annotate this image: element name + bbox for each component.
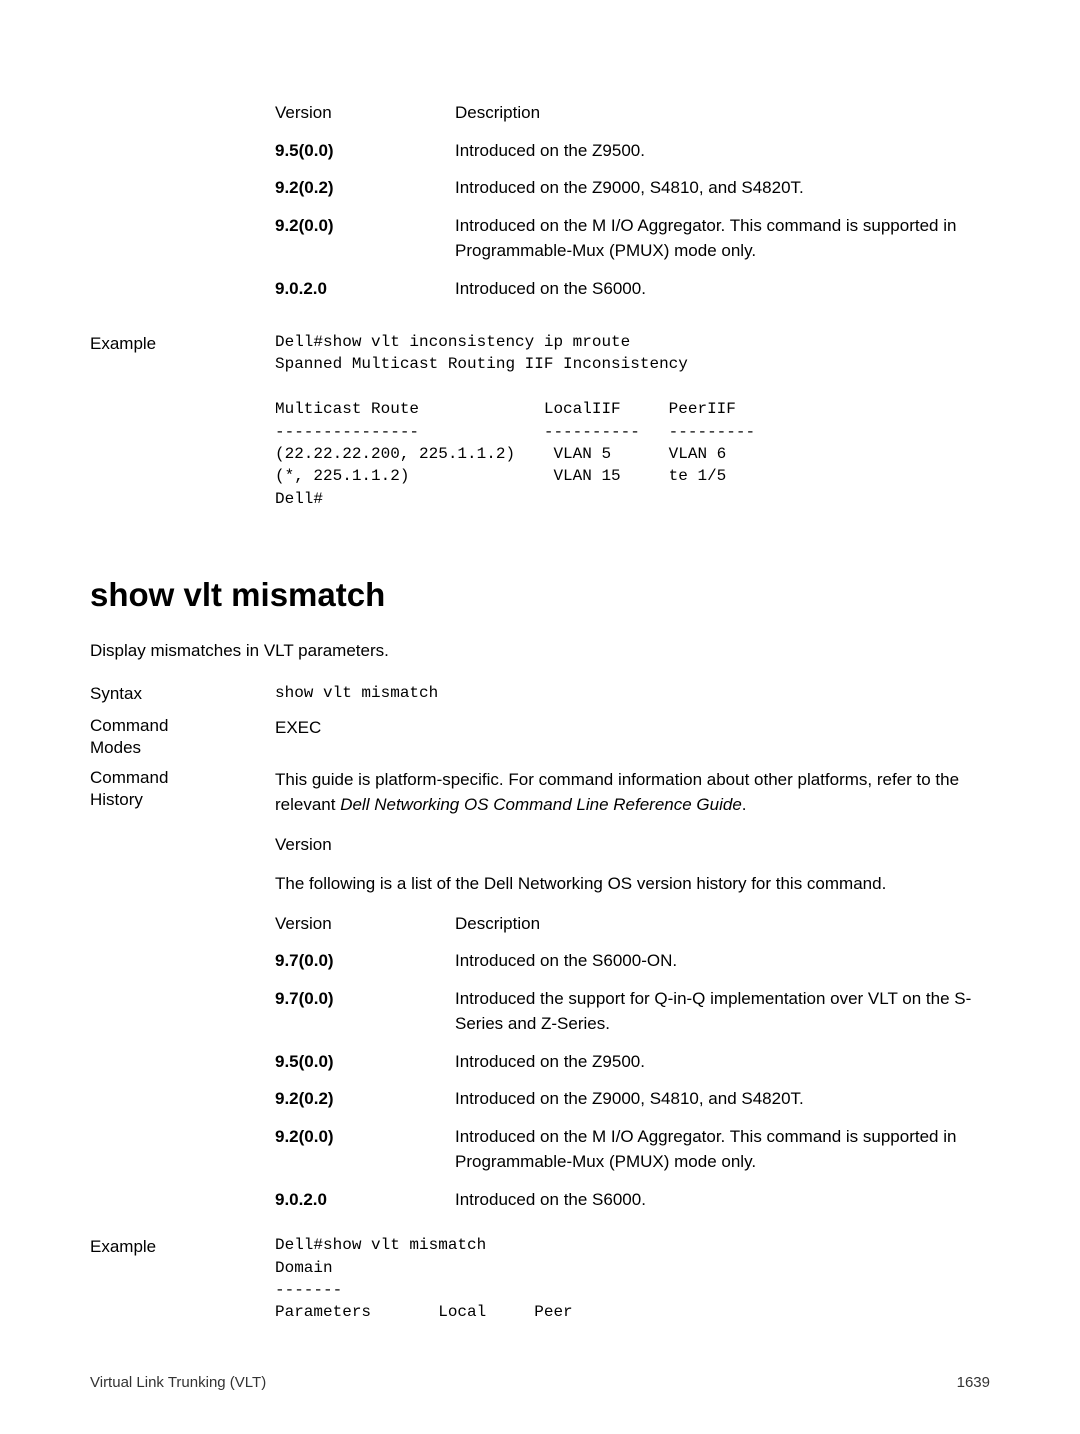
command-modes-label: Command Modes <box>90 715 275 759</box>
table-header-row: Version Description <box>275 100 990 126</box>
header-version: Version <box>275 100 455 126</box>
example-section-2: Example Dell#show vlt mismatch Domain --… <box>90 1234 990 1324</box>
header-description: Description <box>455 100 990 126</box>
command-modes-value: EXEC <box>275 715 990 741</box>
history-version-label: Version <box>275 832 990 858</box>
description-cell: Introduced on the Z9500. <box>455 1049 990 1075</box>
version-cell: 9.7(0.0) <box>275 948 455 974</box>
example-code: Dell#show vlt mismatch Domain ------- Pa… <box>275 1234 990 1324</box>
header-description: Description <box>455 911 990 937</box>
section-title: show vlt mismatch <box>90 570 990 620</box>
description-cell: Introduced on the Z9000, S4810, and S482… <box>455 1086 990 1112</box>
table-row: 9.2(0.2) Introduced on the Z9000, S4810,… <box>275 1086 990 1112</box>
version-cell: 9.5(0.0) <box>275 138 455 164</box>
version-cell: 9.2(0.0) <box>275 213 455 264</box>
table-row: 9.0.2.0 Introduced on the S6000. <box>275 276 990 302</box>
table-header-row: Version Description <box>275 911 990 937</box>
version-cell: 9.7(0.0) <box>275 986 455 1037</box>
table-row: 9.5(0.0) Introduced on the Z9500. <box>275 138 990 164</box>
description-cell: Introduced on the S6000-ON. <box>455 948 990 974</box>
command-history-label: Command History <box>90 767 275 811</box>
table-row: 9.0.2.0 Introduced on the S6000. <box>275 1187 990 1213</box>
example-label: Example <box>90 1234 275 1260</box>
description-cell: Introduced on the Z9000, S4810, and S482… <box>455 175 990 201</box>
example-label: Example <box>90 331 275 357</box>
syntax-row: Syntax show vlt mismatch <box>90 681 990 707</box>
syntax-label: Syntax <box>90 681 275 707</box>
top-version-table: Version Description 9.5(0.0) Introduced … <box>275 100 990 301</box>
example-code: Dell#show vlt inconsistency ip mroute Sp… <box>275 331 990 510</box>
history-paragraph-2: The following is a list of the Dell Netw… <box>275 871 990 897</box>
description-cell: Introduced on the S6000. <box>455 276 990 302</box>
table-row: 9.2(0.0) Introduced on the M I/O Aggrega… <box>275 1124 990 1175</box>
version-cell: 9.0.2.0 <box>275 1187 455 1213</box>
page-footer: Virtual Link Trunking (VLT) 1639 <box>90 1372 990 1395</box>
version-cell: 9.2(0.2) <box>275 175 455 201</box>
history-paragraph: This guide is platform-specific. For com… <box>275 767 990 818</box>
version-cell: 9.2(0.0) <box>275 1124 455 1175</box>
description-cell: Introduced on the S6000. <box>455 1187 990 1213</box>
command-modes-row: Command Modes EXEC <box>90 715 990 759</box>
description-cell: Introduced on the M I/O Aggregator. This… <box>455 213 990 264</box>
table-row: 9.2(0.0) Introduced on the M I/O Aggrega… <box>275 213 990 264</box>
header-version: Version <box>275 911 455 937</box>
version-cell: 9.2(0.2) <box>275 1086 455 1112</box>
syntax-value: show vlt mismatch <box>275 681 990 705</box>
example-section: Example Dell#show vlt inconsistency ip m… <box>90 331 990 510</box>
description-cell: Introduced on the M I/O Aggregator. This… <box>455 1124 990 1175</box>
footer-left: Virtual Link Trunking (VLT) <box>90 1372 266 1395</box>
table-row: 9.7(0.0) Introduced on the S6000-ON. <box>275 948 990 974</box>
description-cell: Introduced the support for Q-in-Q implem… <box>455 986 990 1037</box>
table-row: 9.7(0.0) Introduced the support for Q-in… <box>275 986 990 1037</box>
footer-right: 1639 <box>957 1372 990 1395</box>
command-history-row: Command History This guide is platform-s… <box>90 767 990 1225</box>
version-cell: 9.5(0.0) <box>275 1049 455 1075</box>
description-cell: Introduced on the Z9500. <box>455 138 990 164</box>
version-cell: 9.0.2.0 <box>275 276 455 302</box>
section-description: Display mismatches in VLT parameters. <box>90 638 990 664</box>
table-row: 9.5(0.0) Introduced on the Z9500. <box>275 1049 990 1075</box>
table-row: 9.2(0.2) Introduced on the Z9000, S4810,… <box>275 175 990 201</box>
command-history-content: This guide is platform-specific. For com… <box>275 767 990 1225</box>
